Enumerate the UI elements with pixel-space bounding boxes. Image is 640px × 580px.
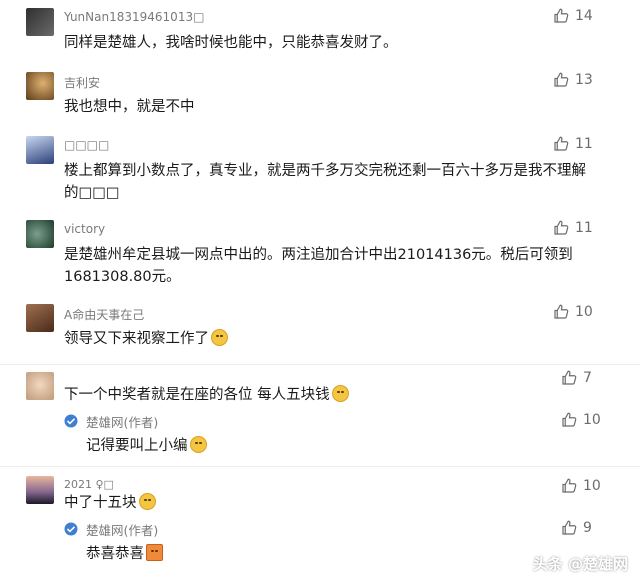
like-count: 11 <box>575 220 593 236</box>
like-count: 10 <box>575 304 593 320</box>
comment-text-content: 下一个中奖者就是在座的各位 每人五块钱 <box>64 387 330 403</box>
verified-author-icon <box>64 522 78 536</box>
verified-author-icon <box>64 414 78 428</box>
thumbs-up-icon <box>562 478 577 493</box>
comment-text: 领导又下来视察工作了 <box>64 328 594 350</box>
reply-text: 恭喜恭喜 <box>86 542 163 563</box>
divider <box>0 364 640 365</box>
thinking-face-emoji <box>189 436 207 453</box>
like-count: 9 <box>583 520 592 536</box>
like-button[interactable]: 7 <box>560 368 592 388</box>
like-count: 13 <box>575 72 593 88</box>
avatar[interactable] <box>26 72 54 100</box>
avatar[interactable] <box>26 304 54 332</box>
laughing-face-emoji <box>138 493 156 510</box>
reply-text-content: 恭喜恭喜 <box>86 546 144 562</box>
comment-text-content: 中了十五块 <box>64 495 137 511</box>
comment-text: 中了十五块 <box>64 492 594 514</box>
thumbs-up-icon <box>562 370 577 385</box>
thumbs-up-icon <box>554 304 569 319</box>
like-button[interactable]: 11 <box>552 134 593 154</box>
thumbs-up-icon <box>554 72 569 87</box>
comment-author[interactable]: YunNan18319461013□ <box>64 10 204 24</box>
divider <box>0 466 640 467</box>
avatar[interactable] <box>26 8 54 36</box>
comment-author[interactable]: 吉利安 <box>64 74 100 91</box>
like-count: 10 <box>583 478 601 494</box>
comment-author[interactable]: A命由天事在己 <box>64 306 144 323</box>
thinking-face-emoji <box>331 385 349 402</box>
like-button[interactable]: 10 <box>560 476 601 496</box>
party-popper-emoji <box>146 544 163 561</box>
comment-text: 下一个中奖者就是在座的各位 每人五块钱 <box>64 384 594 406</box>
like-button[interactable]: 13 <box>552 70 593 90</box>
reply-text: 记得要叫上小编 <box>86 434 207 455</box>
comment-item: 吉利安 我也想中，就是不中 13 <box>0 72 640 132</box>
comment-author[interactable]: □□□□ <box>64 138 109 152</box>
reply-author[interactable]: 楚雄网(作者) <box>86 520 158 539</box>
comment-text: 同样是楚雄人，我啥时候也能中，只能恭喜发财了。 <box>64 35 398 51</box>
like-button[interactable]: 10 <box>552 302 593 322</box>
avatar[interactable] <box>26 476 54 504</box>
comment-text-content: 领导又下来视察工作了 <box>64 331 209 347</box>
comment-text: 我也想中，就是不中 <box>64 99 195 115</box>
thumbs-up-icon <box>554 136 569 151</box>
sleepy-face-emoji <box>211 329 228 346</box>
like-button[interactable]: 14 <box>552 6 593 26</box>
like-button[interactable]: 11 <box>552 218 593 238</box>
like-button[interactable]: 9 <box>560 518 592 538</box>
like-button[interactable]: 10 <box>560 410 601 430</box>
avatar[interactable] <box>26 136 54 164</box>
comment-item: victory 是楚雄州牟定县城一网点中出的。两注追加合计中出21014136元… <box>0 220 640 300</box>
like-count: 10 <box>583 412 601 428</box>
like-count: 14 <box>575 8 593 24</box>
thumbs-up-icon <box>554 220 569 235</box>
thumbs-up-icon <box>562 412 577 427</box>
comment-item: 下一个中奖者就是在座的各位 每人五块钱 7 楚雄网(作者) 记得要叫上小编 10 <box>0 368 640 468</box>
reply-text-content: 记得要叫上小编 <box>86 438 188 454</box>
comment-item: □□□□ 楼上都算到小数点了，真专业，就是两千多万交完税还剩一百六十多万是我不理… <box>0 136 640 216</box>
comment-text: 是楚雄州牟定县城一网点中出的。两注追加合计中出21014136元。税后可领到16… <box>64 247 573 285</box>
thumbs-up-icon <box>562 520 577 535</box>
comment-author[interactable]: 2021 ♀□ <box>64 478 114 491</box>
thumbs-up-icon <box>554 8 569 23</box>
comment-item: A命由天事在己 领导又下来视察工作了 10 <box>0 304 640 364</box>
comment-item: YunNan18319461013□ 同样是楚雄人，我啥时候也能中，只能恭喜发财… <box>0 8 640 68</box>
avatar[interactable] <box>26 220 54 248</box>
reply-author[interactable]: 楚雄网(作者) <box>86 412 158 431</box>
watermark: 头条 @楚雄网 <box>532 555 628 573</box>
avatar[interactable] <box>26 372 54 400</box>
like-count: 7 <box>583 370 592 386</box>
comment-author[interactable]: victory <box>64 222 105 236</box>
like-count: 11 <box>575 136 593 152</box>
comment-text: 楼上都算到小数点了，真专业，就是两千多万交完税还剩一百六十多万是我不理解的□□□ <box>64 163 586 201</box>
